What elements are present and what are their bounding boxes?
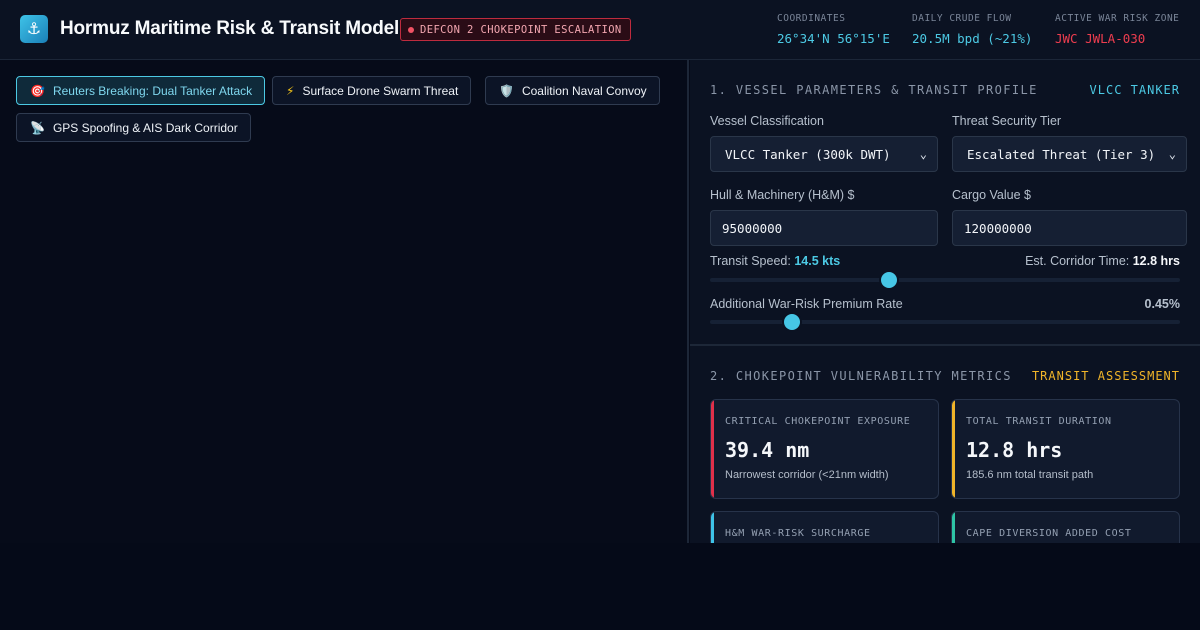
- vessel-class-label: Vessel Classification: [710, 114, 824, 128]
- threat-tier-label: Threat Security Tier: [952, 114, 1062, 128]
- scenario-button-gps-spoofing[interactable]: 📡 GPS Spoofing & AIS Dark Corridor: [16, 113, 251, 142]
- alert-badge-text: DEFCON 2 CHOKEPOINT ESCALATION: [420, 23, 622, 36]
- card-value: 12.8 hrs: [966, 438, 1063, 462]
- scenario-button-dual-tanker-attack[interactable]: 🎯 Reuters Breaking: Dual Tanker Attack: [16, 76, 266, 105]
- transit-duration-card: TOTAL TRANSIT DURATION 12.8 hrs 185.6 nm…: [951, 399, 1180, 499]
- scenario-label: Coalition Naval Convoy: [521, 83, 647, 98]
- scenario-panel: 🎯 Reuters Breaking: Dual Tanker Attack ⚡…: [0, 60, 689, 543]
- transit-speed-value: 14.5 kts: [794, 254, 841, 268]
- premium-rate-slider[interactable]: [710, 314, 1180, 330]
- coordinates-label: COORDINATES: [777, 13, 846, 24]
- war-risk-zone-value: JWC JWLA-030: [1055, 31, 1146, 46]
- section-divider: [690, 344, 1200, 346]
- hm-war-risk-surcharge-card: H&M WAR-RISK SURCHARGE: [710, 511, 939, 543]
- card-subtext: Narrowest corridor (<21nm width): [725, 469, 889, 481]
- anchor-icon: ⚓: [20, 15, 48, 43]
- threat-tier-select[interactable]: Escalated Threat (Tier 3) ⌄: [952, 136, 1187, 172]
- vessel-section-title: 1. VESSEL PARAMETERS & TRANSIT PROFILE: [710, 83, 1038, 97]
- card-accent-bar: [711, 512, 714, 543]
- cargo-value-text: 120000000: [964, 220, 1032, 236]
- hull-value-input[interactable]: 95000000: [710, 210, 938, 246]
- chokepoint-exposure-card: CRITICAL CHOKEPOINT EXPOSURE 39.4 nm Nar…: [710, 399, 939, 499]
- corridor-time-readout: Est. Corridor Time: 12.8 hrs: [1025, 254, 1180, 268]
- cargo-value-input[interactable]: 120000000: [952, 210, 1187, 246]
- crude-flow-label: DAILY CRUDE FLOW: [912, 13, 1012, 24]
- war-risk-zone-stat: ACTIVE WAR RISK ZONE JWC JWLA-030: [1055, 13, 1179, 46]
- premium-rate-label: Additional War-Risk Premium Rate: [710, 297, 903, 311]
- threat-tier-value: Escalated Threat (Tier 3): [967, 146, 1156, 162]
- metrics-section-title: 2. CHOKEPOINT VULNERABILITY METRICS: [710, 369, 1012, 383]
- transit-speed-slider-thumb[interactable]: [880, 272, 897, 288]
- card-label: CRITICAL CHOKEPOINT EXPOSURE: [725, 416, 911, 427]
- cargo-value-label: Cargo Value $: [952, 188, 1031, 202]
- defcon-alert-badge: DEFCON 2 CHOKEPOINT ESCALATION: [400, 18, 631, 41]
- satellite-icon: 📡: [30, 120, 45, 135]
- control-panel: 1. VESSEL PARAMETERS & TRANSIT PROFILE V…: [690, 60, 1200, 543]
- premium-rate-value: 0.45%: [1144, 297, 1180, 311]
- metrics-section-tag: TRANSIT ASSESSMENT: [1031, 369, 1180, 383]
- card-accent-bar: [952, 400, 955, 498]
- lightning-icon: ⚡: [286, 83, 295, 98]
- card-value: 39.4 nm: [725, 438, 810, 462]
- war-risk-zone-label: ACTIVE WAR RISK ZONE: [1055, 13, 1180, 24]
- vessel-class-select[interactable]: VLCC Tanker (300k DWT) ⌄: [710, 136, 938, 172]
- premium-rate-slider-thumb[interactable]: [784, 314, 801, 330]
- card-accent-bar: [711, 400, 714, 498]
- cape-diversion-cost-card: CAPE DIVERSION ADDED COST: [951, 511, 1180, 543]
- transit-speed-slider[interactable]: [710, 272, 1180, 288]
- vessel-section-tag: VLCC TANKER: [1089, 83, 1180, 97]
- coordinates-value: 26°34'N 56°15'E: [777, 31, 890, 46]
- scenario-label: Reuters Breaking: Dual Tanker Attack: [52, 83, 253, 98]
- scenario-label: Surface Drone Swarm Threat: [302, 83, 459, 98]
- scenario-button-naval-convoy[interactable]: 🛡️ Coalition Naval Convoy: [485, 76, 660, 105]
- card-label: TOTAL TRANSIT DURATION: [966, 416, 1112, 427]
- hull-value-label: Hull & Machinery (H&M) $: [710, 188, 855, 202]
- page-footer-area: [0, 543, 1200, 630]
- page-title: Hormuz Maritime Risk & Transit Model: [60, 18, 400, 39]
- scenario-button-drone-swarm[interactable]: ⚡ Surface Drone Swarm Threat: [272, 76, 472, 105]
- target-icon: 🎯: [30, 83, 45, 98]
- corridor-time-value: 12.8 hrs: [1132, 254, 1180, 268]
- app-header: ⚓ Hormuz Maritime Risk & Transit Model D…: [0, 0, 1200, 60]
- scenario-label: GPS Spoofing & AIS Dark Corridor: [52, 120, 238, 135]
- shield-icon: 🛡️: [499, 83, 514, 98]
- alert-dot-icon: [408, 26, 414, 33]
- transit-speed-readout: Transit Speed: 14.5 kts: [710, 254, 840, 268]
- card-subtext: 185.6 nm total transit path: [966, 469, 1094, 481]
- transit-speed-label: Transit Speed:: [710, 254, 791, 268]
- hull-value-text: 95000000: [722, 220, 783, 236]
- crude-flow-value: 20.5M bpd (~21%): [912, 31, 1033, 46]
- chevron-down-icon: ⌄: [919, 147, 927, 161]
- vessel-class-value: VLCC Tanker (300k DWT): [725, 146, 891, 162]
- card-label: CAPE DIVERSION ADDED COST: [966, 528, 1132, 539]
- corridor-time-label: Est. Corridor Time:: [1025, 254, 1130, 268]
- card-accent-bar: [952, 512, 955, 543]
- card-label: H&M WAR-RISK SURCHARGE: [725, 528, 871, 539]
- crude-flow-stat: DAILY CRUDE FLOW 20.5M bpd (~21%): [912, 13, 1032, 46]
- chevron-down-icon: ⌄: [1168, 147, 1176, 161]
- coordinates-stat: COORDINATES 26°34'N 56°15'E: [777, 13, 890, 46]
